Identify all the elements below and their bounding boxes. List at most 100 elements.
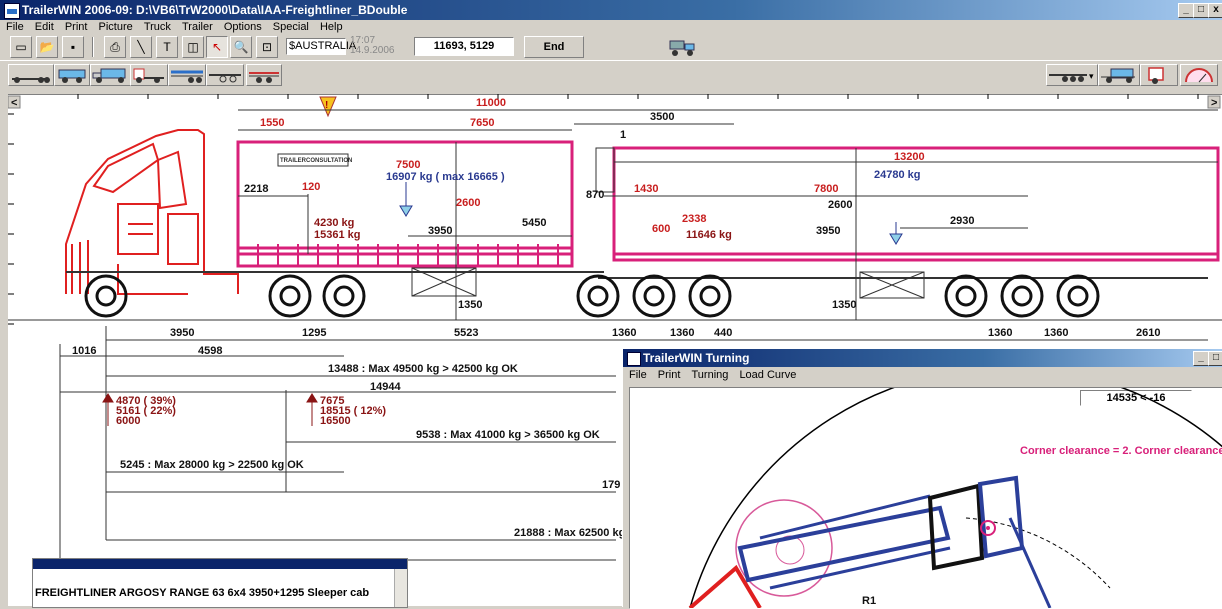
coords-field[interactable]: 11693, 5129 <box>414 37 514 56</box>
dim-load-height: 3950 <box>428 225 452 237</box>
text-icon[interactable]: T <box>156 36 178 58</box>
print-icon[interactable]: ⎙ <box>104 36 126 58</box>
tractor-combo-icon[interactable] <box>1098 64 1140 86</box>
dolly-icon[interactable] <box>206 64 244 86</box>
turning-window[interactable]: TrailerWIN Turning _ □ File Print Turnin… <box>622 348 1222 609</box>
ruler-icon[interactable]: ⊡ <box>256 36 278 58</box>
check-gcm: 13488 : Max 49500 kg > 42500 kg OK <box>328 363 518 375</box>
dim-rear-overhang-1: 440 <box>714 327 732 339</box>
dim-front-to-tandem: 4598 <box>198 345 222 357</box>
converter-icon[interactable] <box>246 64 282 86</box>
truck-outline <box>688 564 762 608</box>
dim-load-center: 7500 <box>396 159 420 171</box>
dim-trailer-height: 2600 <box>828 199 852 211</box>
dim-gap: 870 <box>586 189 604 201</box>
toolbar-separator <box>92 37 94 57</box>
info-scrollbar[interactable] <box>394 569 407 607</box>
menu-bar: File Edit Print Picture Truck Trailer Op… <box>0 20 1222 34</box>
dim-body-length: 7650 <box>470 117 494 129</box>
dim-turntable-offset: 2338 <box>682 213 706 225</box>
dim-cab-clearance: 2218 <box>244 183 268 195</box>
dim-axle-spread-3: 1360 <box>988 327 1012 339</box>
check-total: 21888 : Max 62500 kg > <box>514 527 635 539</box>
dim-wheelbase: 3950 <box>170 327 194 339</box>
dim-kingpin-to-axle: 5523 <box>454 327 478 339</box>
truck-preview-icon[interactable] <box>668 38 698 58</box>
menu-help[interactable]: Help <box>320 21 343 33</box>
payload-1: 16907 kg ( max 16665 ) <box>386 171 505 183</box>
info-window-titlebar[interactable] <box>33 559 407 569</box>
turning-menu-file[interactable]: File <box>629 369 647 381</box>
turning-minimize-button[interactable]: _ <box>1193 351 1209 366</box>
axle-load-2: 11646 kg <box>686 229 732 241</box>
truck-trailer-icon[interactable] <box>90 64 132 86</box>
menu-file[interactable]: File <box>6 21 24 33</box>
dim-body-height: 2600 <box>456 197 480 209</box>
menu-trailer[interactable]: Trailer <box>182 21 213 33</box>
line-icon[interactable]: ╲ <box>130 36 152 58</box>
speedometer-icon[interactable] <box>1180 64 1218 86</box>
minimize-button[interactable]: _ <box>1178 3 1194 18</box>
axle-load-1b: 15361 kg <box>314 229 360 241</box>
rigid-truck-icon[interactable] <box>8 64 54 86</box>
menu-print[interactable]: Print <box>65 21 88 33</box>
body-logo: TRAILERCONSULTATION <box>280 158 352 164</box>
dim-axle-spread-4: 1360 <box>1044 327 1068 339</box>
dim-trailer-length: 13200 <box>894 151 925 163</box>
dim-axle-spread-1: 1360 <box>612 327 636 339</box>
menu-truck[interactable]: Truck <box>144 21 171 33</box>
main-toolbar: ▭ 📂 ▪ ⎙ ╲ T ◫ ↖ 🔍 ⊡ $AUSTRALIA 17:07 14.… <box>0 34 1222 60</box>
vehicle-toolbar: ▾ <box>0 60 1222 89</box>
menu-edit[interactable]: Edit <box>35 21 54 33</box>
axle-load-arrow-1 <box>102 393 114 426</box>
semitrailer-icon[interactable] <box>168 64 206 86</box>
drawbar-trailer-icon[interactable] <box>54 64 90 86</box>
axle-load-arrow-2 <box>306 393 318 426</box>
open-icon[interactable]: 📂 <box>36 36 58 58</box>
dolly-frame <box>927 483 985 571</box>
maximize-button[interactable]: □ <box>1193 3 1209 18</box>
dim-front-bumper: 1016 <box>72 345 96 357</box>
menu-special[interactable]: Special <box>273 21 309 33</box>
frame-icon[interactable]: ◫ <box>182 36 204 58</box>
radius-label: R1 <box>862 595 876 607</box>
dim-turntable: 600 <box>652 223 670 235</box>
axle-group-2-limit: 16500 <box>320 415 351 427</box>
bdouble-combo-icon[interactable]: ▾ <box>1046 64 1098 86</box>
new-icon[interactable]: ▭ <box>10 36 32 58</box>
load-arrow-2 <box>889 222 903 245</box>
save-icon[interactable]: ▪ <box>62 36 84 58</box>
turning-menu-turning[interactable]: Turning <box>691 369 728 381</box>
trailer-outline-1 <box>737 505 951 583</box>
dim-rear-load: 2930 <box>950 215 974 227</box>
dim-deck-height-1: 1350 <box>458 299 482 311</box>
zoom-icon[interactable]: 🔍 <box>230 36 252 58</box>
trailer-tail <box>1008 517 1052 608</box>
turning-title-bar[interactable]: TrailerWIN Turning _ □ <box>623 349 1222 367</box>
menu-options[interactable]: Options <box>224 21 262 33</box>
corner-clearance: Corner clearance = 2. Corner clearance <box>1020 445 1222 457</box>
warning-marker-icon[interactable]: ! <box>319 96 337 118</box>
dim-marker-1: 1 <box>620 129 626 141</box>
dim-tandem-spread: 1295 <box>302 327 326 339</box>
turning-drawing: Corner clearance = 2. Corner clearance R… <box>688 388 1222 608</box>
turning-menu-print[interactable]: Print <box>658 369 681 381</box>
dim-deck-height-2: 1350 <box>832 299 856 311</box>
pointer-icon[interactable]: ↖ <box>206 36 228 58</box>
dim-deck-to-kingpin: 5450 <box>522 217 546 229</box>
menu-picture[interactable]: Picture <box>99 21 133 33</box>
turning-canvas[interactable]: 14535 < -16 Corner clearance = 2. Corner… <box>629 387 1222 609</box>
truck-cab <box>65 129 239 295</box>
vehicle-description: FREIGHTLINER ARGOSY RANGE 63 6x4 3950+12… <box>35 587 370 599</box>
svg-text:!: ! <box>325 100 328 111</box>
turning-menu-load-curve[interactable]: Load Curve <box>739 369 796 381</box>
close-button[interactable]: x <box>1208 3 1222 18</box>
trailer-body <box>612 146 1220 262</box>
end-button[interactable]: End <box>524 36 584 58</box>
cab-icon[interactable] <box>1140 64 1178 86</box>
turning-maximize-button[interactable]: □ <box>1208 351 1222 366</box>
date-label: 14.9.2006 <box>350 45 395 56</box>
region-field[interactable]: $AUSTRALIA <box>286 38 356 55</box>
tractor-icon[interactable] <box>130 64 168 86</box>
vehicle-info-window[interactable]: FREIGHTLINER ARGOSY RANGE 63 6x4 3950+12… <box>32 558 408 608</box>
